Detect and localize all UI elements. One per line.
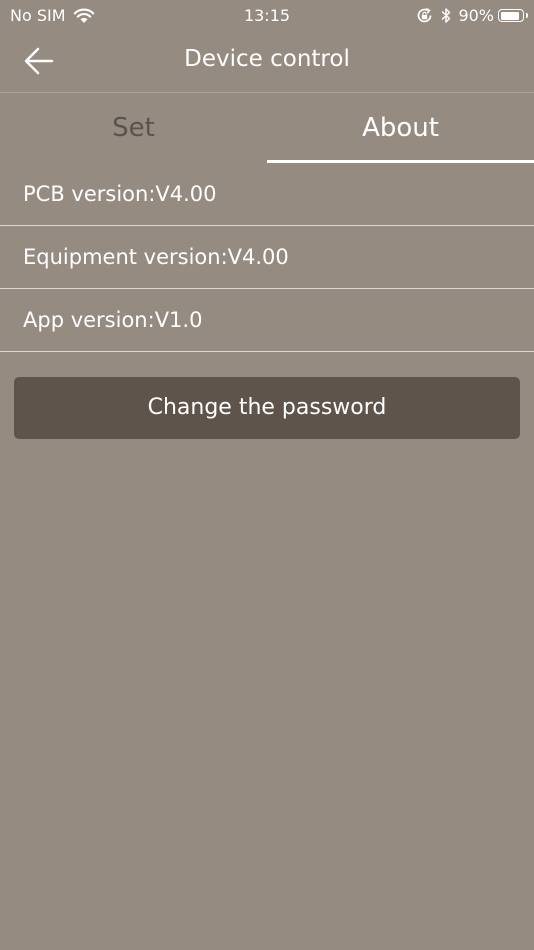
equipment-version-row: Equipment version:V4.00 <box>0 226 534 289</box>
status-right: 90% <box>416 6 528 25</box>
app-version-row: App version:V1.0 <box>0 289 534 352</box>
change-password-button[interactable]: Change the password <box>14 377 520 439</box>
tab-about[interactable]: About <box>267 93 534 163</box>
battery-icon <box>498 9 528 22</box>
nav-bar: Device control <box>0 32 534 93</box>
battery-percent: 90% <box>458 6 494 25</box>
pcb-version-row: PCB version:V4.00 <box>0 163 534 226</box>
tab-set[interactable]: Set <box>0 93 267 163</box>
bluetooth-icon <box>441 8 451 23</box>
tab-about-label: About <box>362 113 439 143</box>
battery-fill <box>500 11 519 20</box>
page-title: Device control <box>184 46 350 72</box>
status-bar: No SIM 13:15 90% <box>0 0 534 32</box>
tab-bar: Set About <box>0 93 534 163</box>
tab-set-label: Set <box>112 113 155 143</box>
rotation-lock-icon <box>418 7 432 23</box>
version-info-list: PCB version:V4.00 Equipment version:V4.0… <box>0 163 534 352</box>
